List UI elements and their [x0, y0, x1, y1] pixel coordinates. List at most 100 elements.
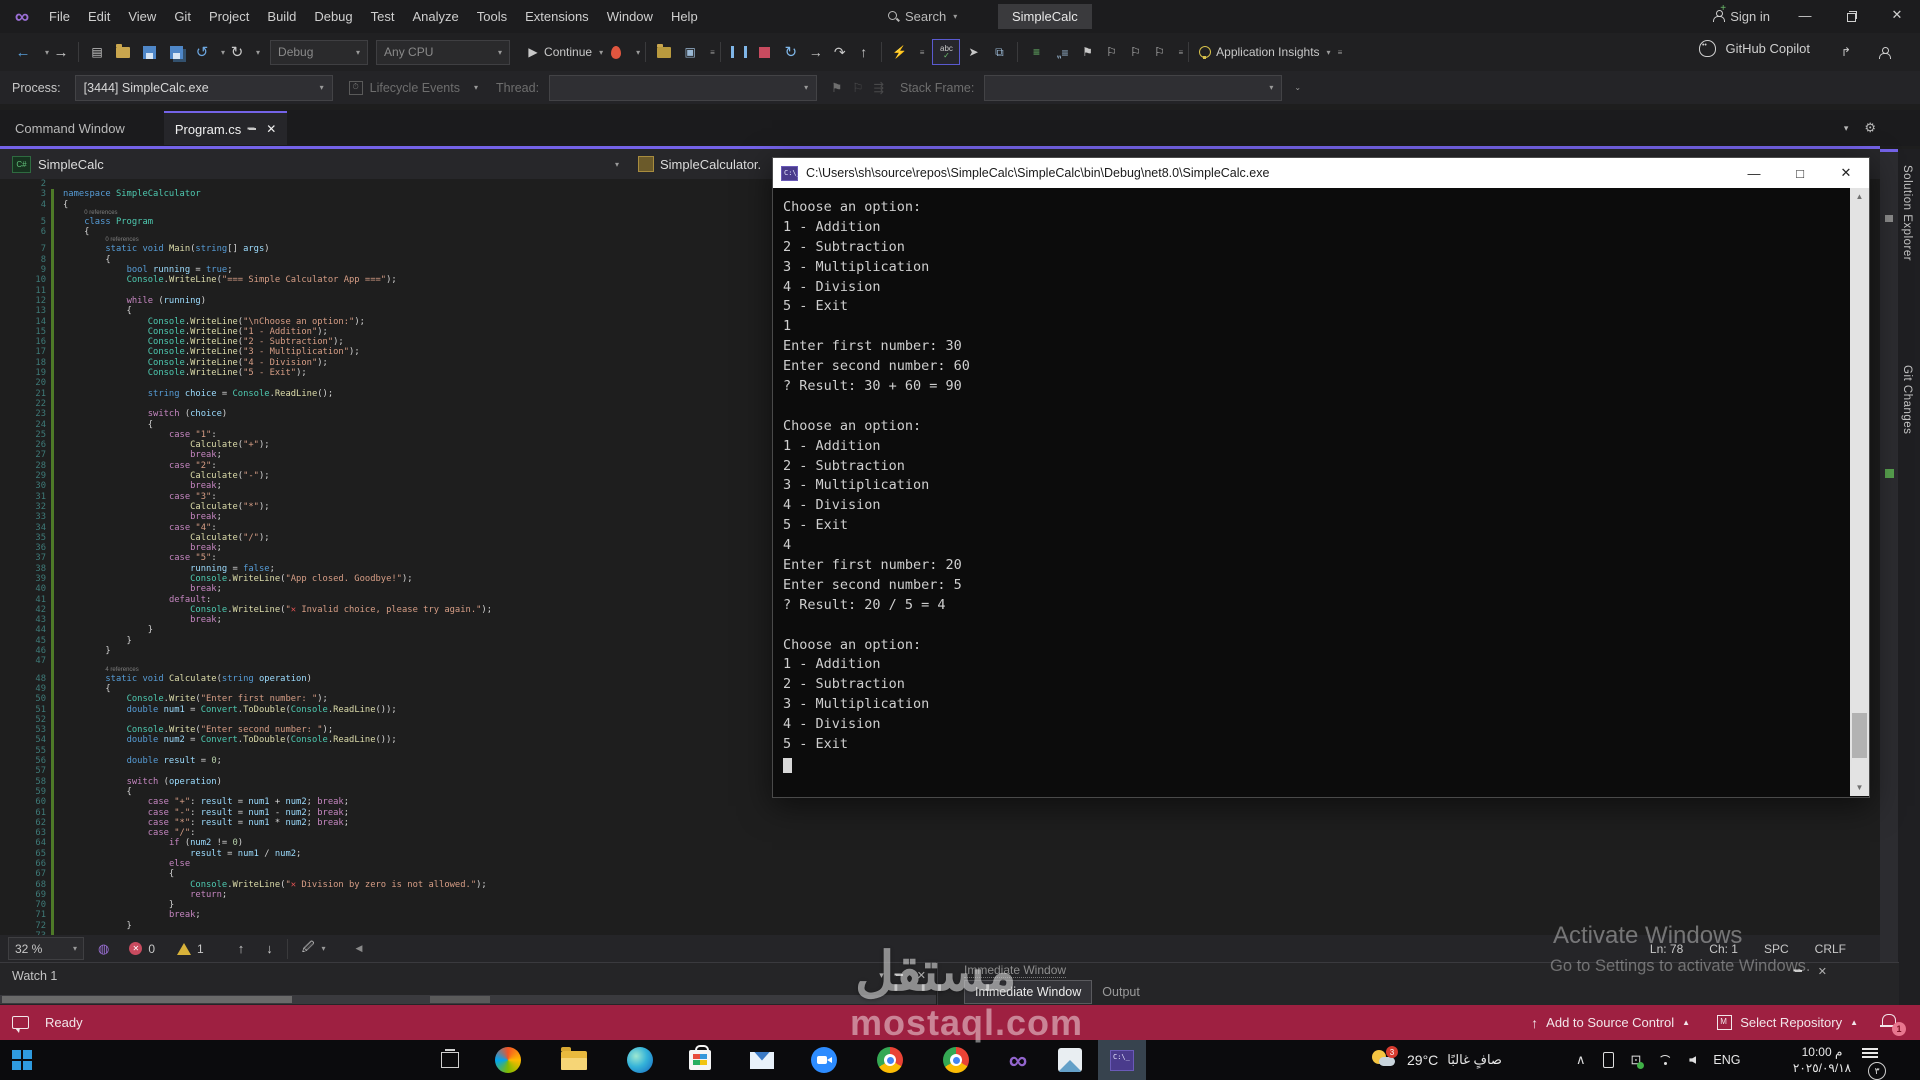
line-number[interactable]: 55	[0, 746, 46, 756]
line-number[interactable]: 48	[0, 674, 46, 684]
line-number[interactable]: 12	[0, 296, 46, 306]
line-number[interactable]: 43	[0, 615, 46, 625]
application-insights-dropdown[interactable]: Application Insights	[1216, 40, 1319, 64]
project-dropdown-chevron[interactable]: ▾	[615, 160, 619, 169]
line-number[interactable]: 41	[0, 595, 46, 605]
line-number[interactable]: 35	[0, 533, 46, 543]
step-over-button[interactable]: ↷	[828, 40, 852, 64]
line-number[interactable]: 42	[0, 605, 46, 615]
clock[interactable]: 10:00 م ٢٠٢٥/٠٩/١٨	[1782, 1044, 1862, 1076]
console-window[interactable]: C:\Users\sh\source\repos\SimpleCalc\Simp…	[772, 157, 1870, 798]
code-line[interactable]: 66 else	[0, 859, 1880, 869]
feedback-icon[interactable]	[12, 1016, 29, 1029]
flag-outline-icon[interactable]: ⚐	[852, 80, 863, 95]
line-number[interactable]: 57	[0, 766, 46, 776]
navigate-back-button[interactable]: ←	[8, 40, 38, 64]
watch-hscrollbar[interactable]	[0, 995, 936, 1004]
editor-scrollbar[interactable]	[1880, 149, 1898, 962]
copy-structure-button[interactable]: ⧉	[986, 40, 1012, 64]
menu-git[interactable]: Git	[165, 6, 200, 27]
security-tray-icon[interactable]: ⊡	[1631, 1052, 1642, 1068]
scroll-down-arrow[interactable]: ▼	[1850, 779, 1869, 796]
weather-widget[interactable]: 3 29°C صافٍ غالبًا	[1372, 1040, 1502, 1080]
console-scrollbar[interactable]: ▲ ▼	[1850, 188, 1869, 796]
line-number[interactable]: 26	[0, 440, 46, 450]
line-number[interactable]: 62	[0, 818, 46, 828]
store-button[interactable]	[678, 1040, 722, 1080]
line-number[interactable]: 5	[0, 217, 46, 227]
line-number[interactable]: 23	[0, 409, 46, 419]
edge-button[interactable]	[618, 1040, 662, 1080]
eol-indicator[interactable]: CRLF	[1815, 942, 1846, 956]
line-number[interactable]: 46	[0, 646, 46, 656]
chrome-profile-button[interactable]	[934, 1040, 978, 1080]
minimize-button[interactable]: —	[1782, 0, 1828, 30]
menu-build[interactable]: Build	[258, 6, 305, 27]
notifications-button[interactable]: 1	[1882, 1014, 1896, 1029]
zoom-level-dropdown[interactable]: 32 %▾	[8, 937, 84, 960]
line-number[interactable]: 36	[0, 543, 46, 553]
line-number[interactable]: 4	[0, 200, 46, 210]
line-number[interactable]: 58	[0, 777, 46, 787]
menu-help[interactable]: Help	[662, 6, 707, 27]
hscroll-left-arrow[interactable]: ◀	[356, 943, 363, 954]
solution-configuration-dropdown[interactable]: Debug▾	[270, 40, 368, 65]
redo-dropdown[interactable]: ▾	[256, 40, 260, 64]
line-number[interactable]: 22	[0, 399, 46, 409]
line-number[interactable]: 34	[0, 523, 46, 533]
chrome-button[interactable]	[868, 1040, 912, 1080]
line-number[interactable]: 49	[0, 684, 46, 694]
new-project-button[interactable]: ▤	[84, 40, 110, 64]
menu-tools[interactable]: Tools	[468, 6, 516, 27]
code-line[interactable]: 63 case "/":	[0, 828, 1880, 838]
code-cleanup-chevron[interactable]: ▾	[322, 944, 326, 953]
line-number[interactable]: 60	[0, 797, 46, 807]
menu-project[interactable]: Project	[200, 6, 258, 27]
code-line[interactable]: 60 case "+": result = num1 + num2; break…	[0, 797, 1880, 807]
code-line[interactable]: 69 return;	[0, 890, 1880, 900]
scroll-up-arrow[interactable]: ▲	[1850, 188, 1869, 205]
visual-studio-button[interactable]: ∞	[996, 1040, 1040, 1080]
wifi-icon[interactable]	[1658, 1055, 1672, 1065]
threads-icon[interactable]: ⇶	[874, 80, 884, 95]
language-indicator[interactable]: ENG	[1713, 1053, 1740, 1067]
select-repository-button[interactable]: Select Repository ▲	[1717, 1015, 1858, 1030]
process-dropdown[interactable]: [3444] SimpleCalc.exe▾	[75, 75, 333, 101]
bookmark-button[interactable]: ⚑	[1075, 40, 1099, 64]
zoom-button[interactable]	[802, 1040, 846, 1080]
show-hidden-icons-button[interactable]: ∧	[1576, 1052, 1586, 1068]
diagnostics-menu[interactable]: ≡	[920, 40, 925, 64]
tab-list-chevron[interactable]: ▾	[1844, 123, 1849, 134]
line-number[interactable]: 51	[0, 705, 46, 715]
line-number[interactable]: 40	[0, 584, 46, 594]
console-title-bar[interactable]: C:\Users\sh\source\repos\SimpleCalc\Simp…	[773, 158, 1869, 188]
find-in-files-button[interactable]	[651, 40, 677, 64]
line-number[interactable]: 14	[0, 317, 46, 327]
line-number[interactable]: 68	[0, 880, 46, 890]
comment-button[interactable]: ⹂≡	[1049, 40, 1075, 64]
line-number[interactable]: 30	[0, 481, 46, 491]
line-number[interactable]: 52	[0, 715, 46, 725]
health-indicator-icon[interactable]: ◍	[98, 941, 109, 957]
line-number[interactable]: 11	[0, 286, 46, 296]
break-all-button[interactable]	[726, 40, 752, 64]
console-minimize-button[interactable]: —	[1731, 158, 1777, 188]
line-number[interactable]: 15	[0, 327, 46, 337]
line-number[interactable]: 71	[0, 910, 46, 920]
tab-solution-explorer[interactable]: Solution Explorer	[1901, 165, 1913, 261]
line-number[interactable]: 20	[0, 378, 46, 388]
thread-dropdown[interactable]: ▾	[549, 75, 817, 101]
breadcrumb-type[interactable]: SimpleCalculator.	[660, 157, 761, 172]
restore-button[interactable]	[1828, 0, 1874, 30]
line-number[interactable]: 63	[0, 828, 46, 838]
line-number[interactable]: 56	[0, 756, 46, 766]
code-line[interactable]: 70 }	[0, 900, 1880, 910]
navigate-forward-button[interactable]: →	[49, 40, 73, 64]
file-explorer-button[interactable]	[552, 1040, 596, 1080]
console-maximize-button[interactable]: □	[1777, 158, 1823, 188]
line-number[interactable]: 27	[0, 450, 46, 460]
diagnostics-button[interactable]: ⚡	[887, 40, 913, 64]
show-next-statement-button[interactable]: →	[804, 40, 828, 64]
menu-analyze[interactable]: Analyze	[403, 6, 467, 27]
console-scroll-thumb[interactable]	[1852, 713, 1867, 758]
